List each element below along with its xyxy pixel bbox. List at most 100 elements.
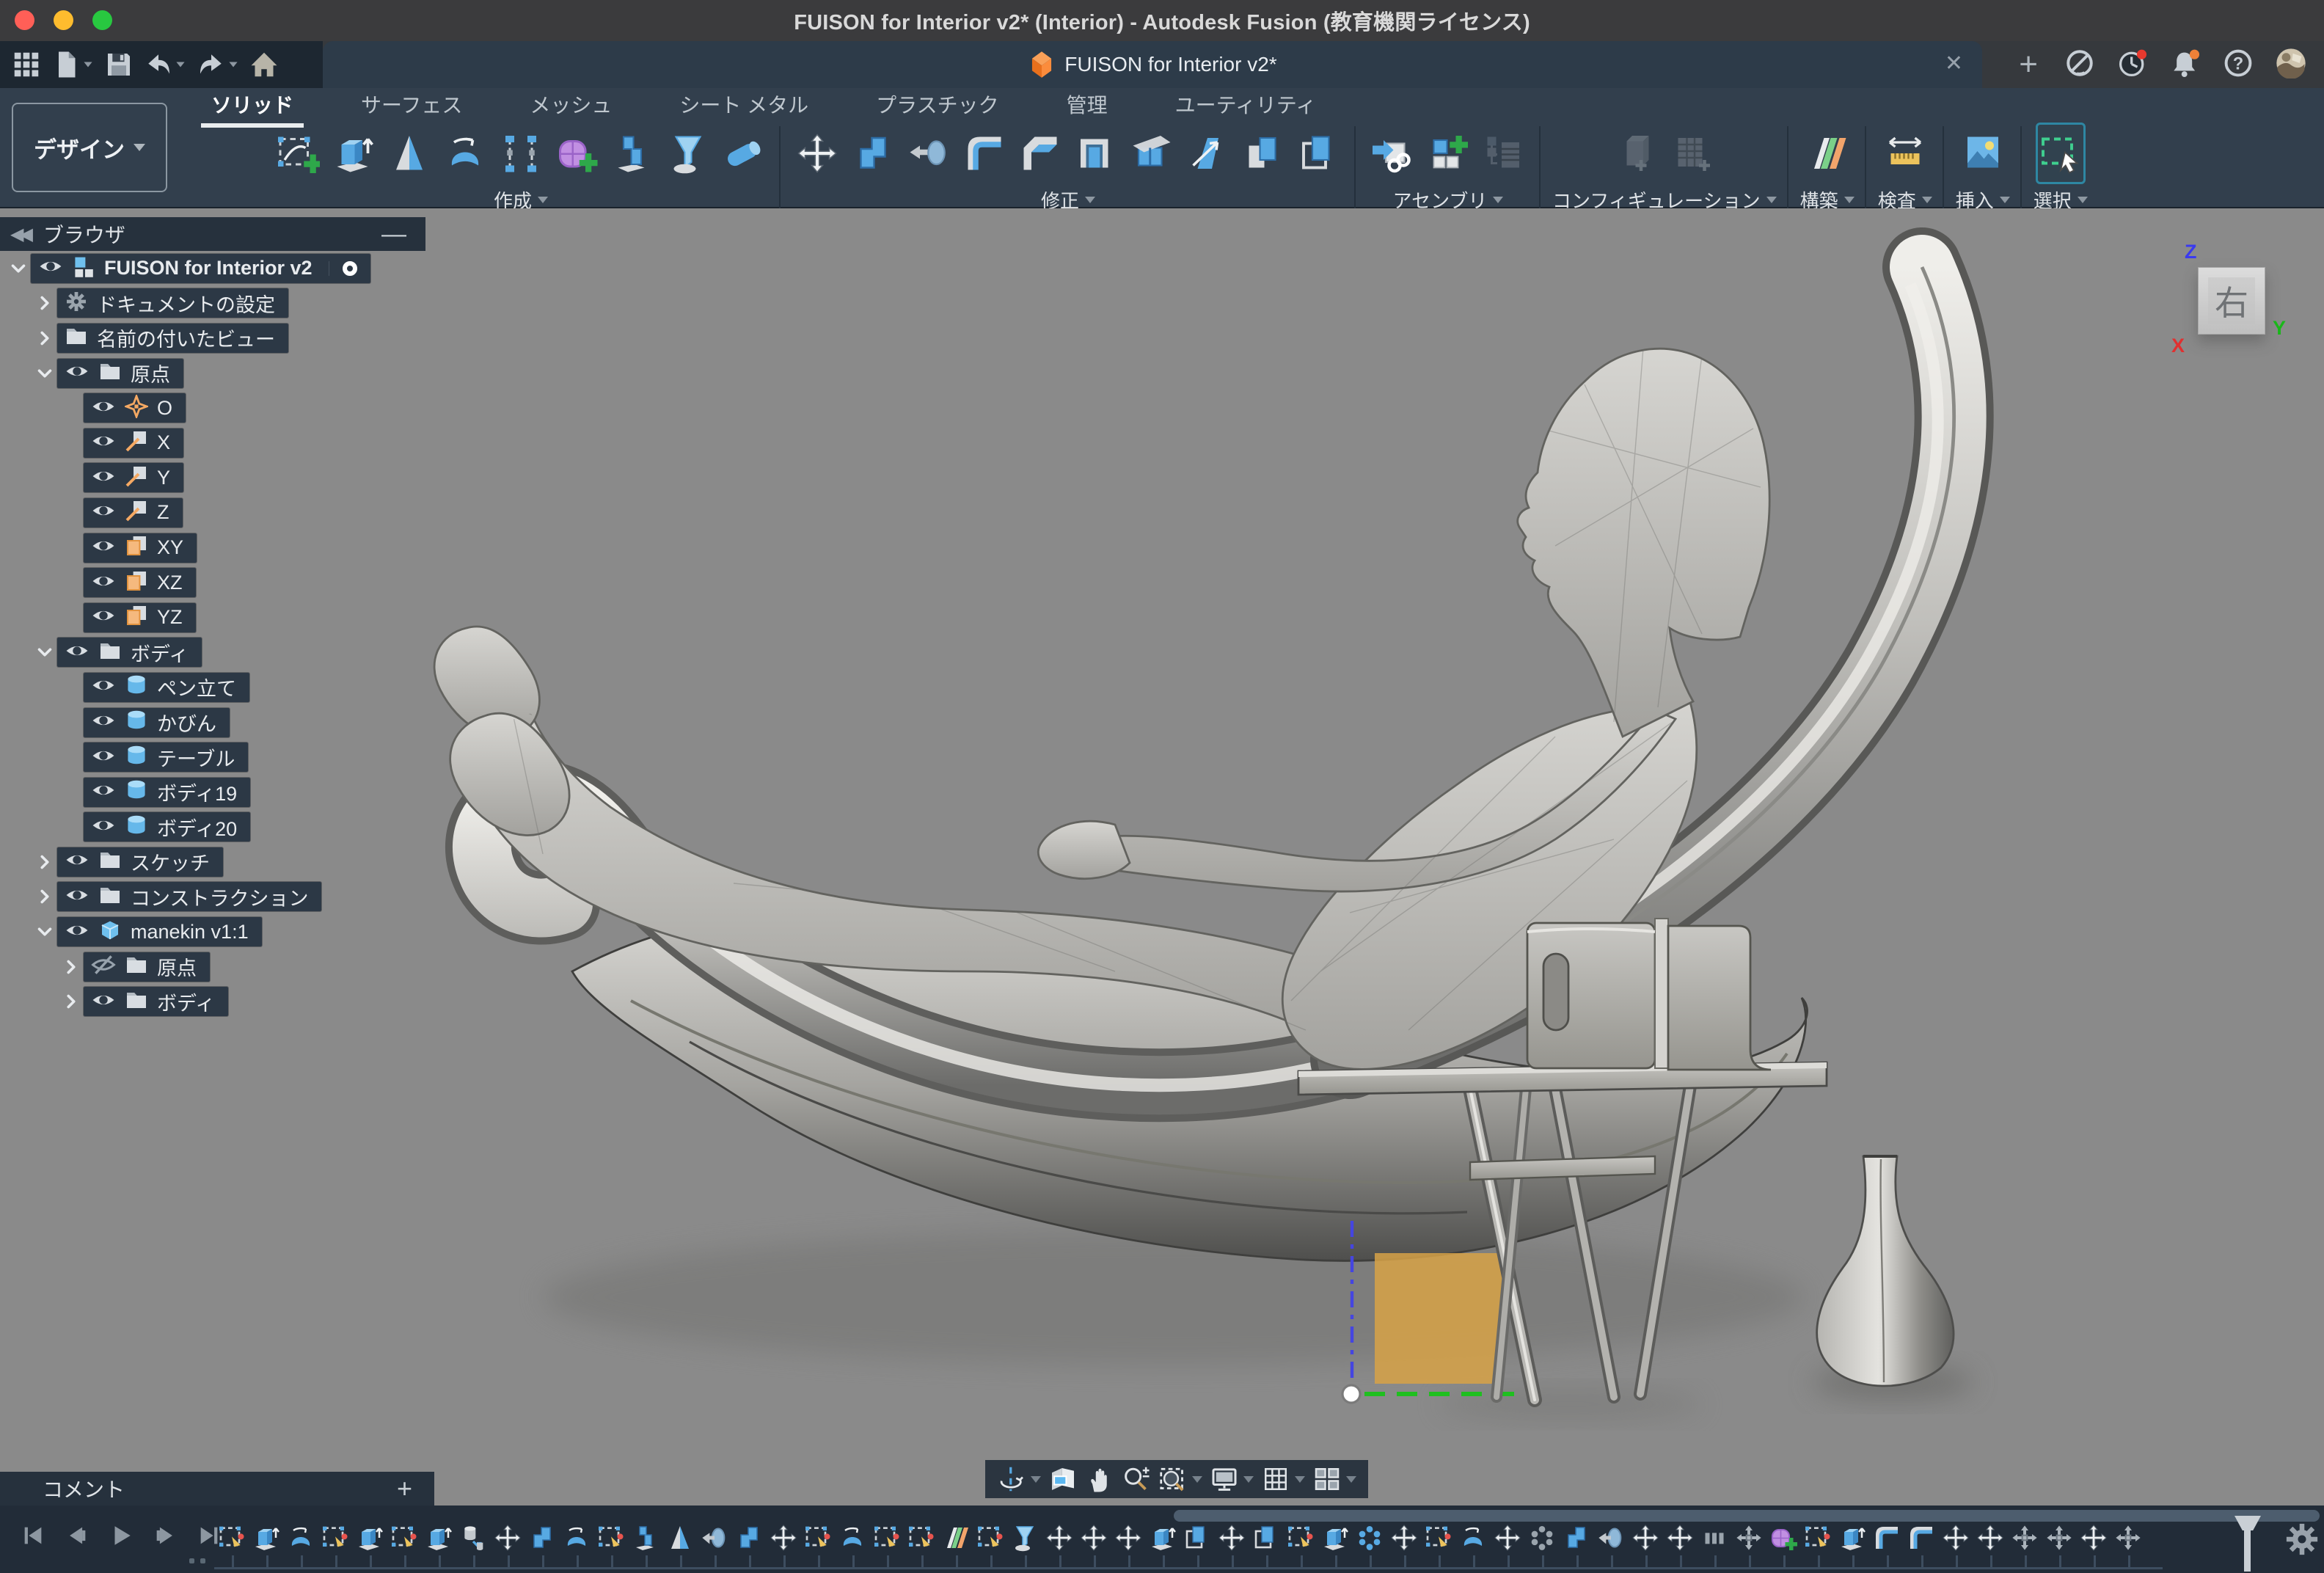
construction-plane-button[interactable] xyxy=(1802,123,1852,184)
tree-expander[interactable] xyxy=(32,329,57,347)
notifications-icon[interactable] xyxy=(2170,48,2201,82)
laptop-body[interactable] xyxy=(1527,919,1771,1070)
timeline-feature-plane[interactable] xyxy=(938,1522,973,1554)
visibility-eye-icon[interactable] xyxy=(91,498,116,527)
play-button[interactable] xyxy=(109,1523,134,1552)
step-back-button[interactable] xyxy=(65,1523,89,1552)
visibility-eye-icon[interactable] xyxy=(91,708,116,737)
timeline-feature-move[interactable] xyxy=(1111,1522,1145,1554)
tree-item[interactable]: スケッチ xyxy=(57,847,223,877)
timeline-feature-sketch[interactable] xyxy=(1421,1522,1455,1554)
timeline-feature-fillet[interactable] xyxy=(1869,1522,1904,1554)
timeline-feature-cone[interactable] xyxy=(662,1522,697,1554)
ribbon-tab-6[interactable]: 管理 xyxy=(1067,90,1108,122)
timeline-feature-sketch[interactable] xyxy=(387,1522,421,1554)
tree-item[interactable]: 名前の付いたビュー xyxy=(57,324,288,353)
ribbon-tab-4[interactable]: シート メタル xyxy=(679,90,808,122)
select-button[interactable] xyxy=(2036,123,2086,184)
split-body-button[interactable] xyxy=(1127,123,1177,184)
tree-expander[interactable] xyxy=(32,643,57,661)
new-tab-button[interactable]: + xyxy=(2019,50,2038,79)
timeline-feature-move-gray[interactable] xyxy=(2007,1522,2042,1554)
timeline-feature-shell[interactable] xyxy=(1180,1522,1214,1554)
timeline-feature-loft[interactable] xyxy=(1007,1522,1042,1554)
create-form-button[interactable] xyxy=(552,123,602,184)
visibility-eye-icon[interactable] xyxy=(91,743,116,772)
close-window-button[interactable] xyxy=(15,10,34,30)
add-comment-button[interactable]: + xyxy=(397,1473,412,1504)
redo-icon[interactable] xyxy=(197,50,239,79)
timeline-feature-move[interactable] xyxy=(1214,1522,1249,1554)
timeline-feature-pattern-gray[interactable] xyxy=(1524,1522,1559,1554)
timeline-feature-revolve[interactable] xyxy=(559,1522,593,1554)
timeline-feature-move[interactable] xyxy=(766,1522,800,1554)
timeline-feature-combine[interactable] xyxy=(731,1522,766,1554)
viewcube[interactable]: 右 xyxy=(2198,267,2265,335)
viewcube-face-right[interactable]: 右 xyxy=(2208,277,2255,324)
timeline-feature-suppressed[interactable] xyxy=(1697,1522,1731,1554)
undo-icon[interactable] xyxy=(144,50,186,79)
timeline-feature-move-gray[interactable] xyxy=(2042,1522,2076,1554)
timeline-feature-sketch[interactable] xyxy=(973,1522,1007,1554)
timeline-settings-button[interactable] xyxy=(2283,1520,2321,1562)
insert-derive-button[interactable] xyxy=(1367,123,1417,184)
timeline-feature-move[interactable] xyxy=(1628,1522,1662,1554)
visibility-eye-icon[interactable] xyxy=(91,778,116,806)
timeline-feature-move[interactable] xyxy=(1662,1522,1697,1554)
timeline-feature-fillet[interactable] xyxy=(1904,1522,1938,1554)
loft-button[interactable] xyxy=(496,123,546,184)
emboss-button[interactable] xyxy=(663,123,713,184)
document-tab[interactable]: FUISON for Interior v2* ✕ xyxy=(323,41,1982,88)
tree-item[interactable]: O xyxy=(84,393,186,423)
visibility-eye-icon[interactable] xyxy=(91,603,116,632)
vase-body[interactable] xyxy=(1817,1156,1954,1386)
rib-button[interactable] xyxy=(607,123,657,184)
orbit-tool[interactable] xyxy=(997,1464,1041,1494)
app-grid-icon[interactable] xyxy=(12,50,41,79)
combine-button[interactable] xyxy=(848,123,898,184)
tree-item[interactable]: X xyxy=(84,428,183,458)
tree-item[interactable]: FUISON for Interior v2 xyxy=(31,254,370,283)
visibility-eye-icon[interactable] xyxy=(91,988,116,1016)
move-button[interactable] xyxy=(792,123,842,184)
browser-panel-header[interactable]: ◀◀ ブラウザ — xyxy=(0,217,425,251)
chamfer-button[interactable] xyxy=(1015,123,1065,184)
tree-item[interactable]: Z xyxy=(84,498,183,528)
measure-button[interactable] xyxy=(1880,123,1930,184)
activate-component-radio[interactable] xyxy=(329,261,357,276)
timeline-feature-combine[interactable] xyxy=(1559,1522,1593,1554)
revolve-button[interactable] xyxy=(384,123,434,184)
timeline-feature-extrude[interactable] xyxy=(249,1522,283,1554)
visibility-eye-icon[interactable] xyxy=(38,254,63,282)
timeline-feature-revolve[interactable] xyxy=(835,1522,869,1554)
timeline-feature-move[interactable] xyxy=(1490,1522,1524,1554)
ribbon-tab-1[interactable]: ソリッド xyxy=(211,90,293,122)
tree-item[interactable]: manekin v1:1 xyxy=(57,917,262,946)
step-forward-button[interactable] xyxy=(153,1523,178,1552)
tree-item[interactable]: Y xyxy=(84,463,183,492)
window-zoom-tool[interactable] xyxy=(1158,1464,1202,1494)
timeline-feature-sketch[interactable] xyxy=(214,1522,249,1554)
timeline-feature-sketch[interactable] xyxy=(1800,1522,1835,1554)
tree-item[interactable]: ペン立て xyxy=(84,673,249,702)
tree-expander[interactable] xyxy=(32,365,57,382)
timeline-drag-handle[interactable] xyxy=(189,1558,205,1563)
comments-panel[interactable]: コメント + xyxy=(0,1472,434,1506)
visibility-eye-icon[interactable] xyxy=(65,847,89,876)
timeline-feature-revolve[interactable] xyxy=(1455,1522,1490,1554)
timeline-feature-sketch[interactable] xyxy=(593,1522,628,1554)
tree-item[interactable]: かびん xyxy=(84,708,230,737)
visibility-eye-icon[interactable] xyxy=(65,883,89,911)
tree-expander[interactable] xyxy=(6,260,31,277)
tree-item[interactable]: ボディ19 xyxy=(84,778,250,807)
workspace-selector[interactable]: デザイン xyxy=(12,103,167,192)
tree-item[interactable]: YZ xyxy=(84,603,196,632)
visibility-eye-icon[interactable] xyxy=(91,673,116,701)
tree-item[interactable]: XY xyxy=(84,533,197,563)
timeline-feature-move[interactable] xyxy=(1938,1522,1973,1554)
tree-item[interactable]: コンストラクション xyxy=(57,882,321,911)
tree-expander[interactable] xyxy=(32,888,57,905)
visibility-eye-icon[interactable] xyxy=(91,394,116,423)
extrude-button[interactable] xyxy=(329,123,379,184)
file-menu-icon[interactable] xyxy=(51,50,94,79)
